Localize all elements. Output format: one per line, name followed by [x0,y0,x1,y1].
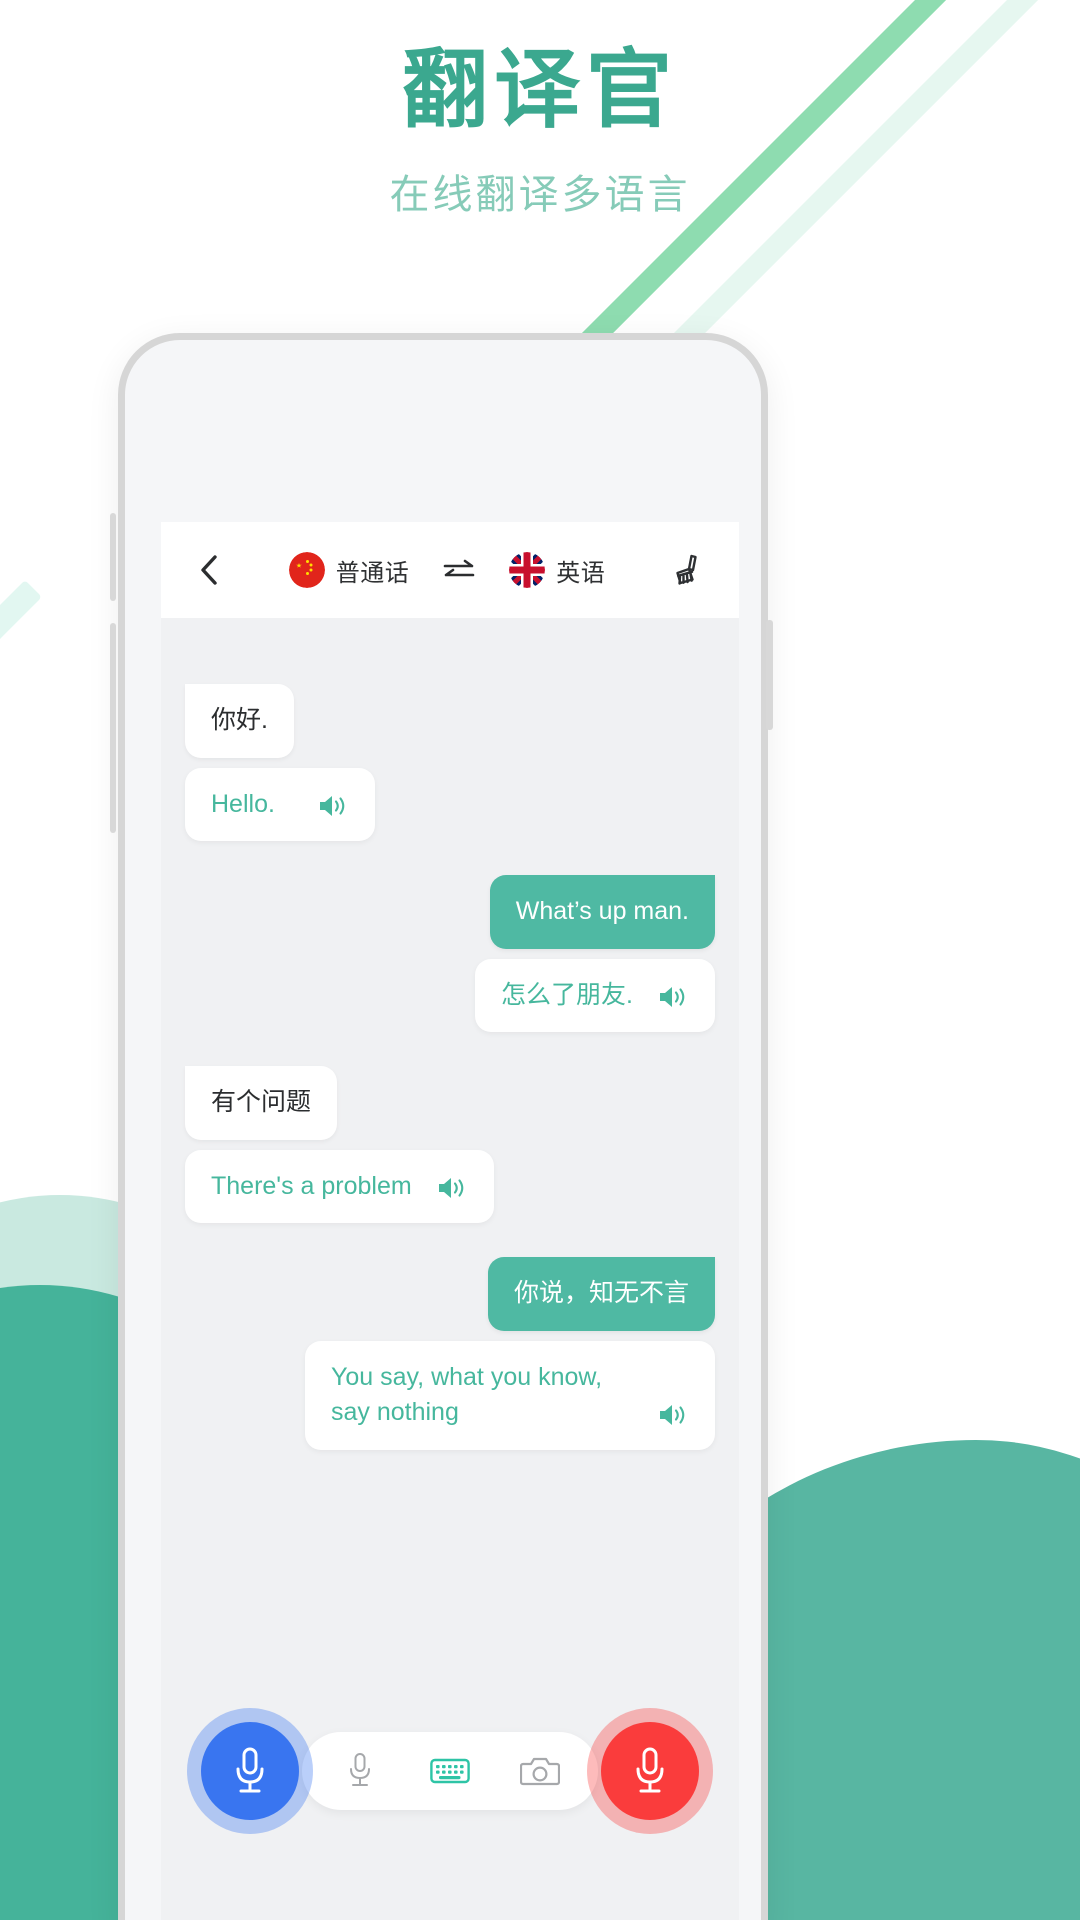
speaker-icon [660,987,685,1007]
translated-text: You say, what you know, say nothing [331,1362,603,1427]
speaker-button[interactable] [436,1174,468,1202]
phone-volume-down-button [110,623,116,833]
microphone-outline-icon [350,1753,370,1786]
translated-text: 怎么了朋友. [501,980,633,1009]
message-group: 你说，知无不言 You say, what you know, say noth… [185,1257,715,1450]
back-button[interactable] [189,548,229,592]
translated-text: Hello. [211,789,275,818]
translated-bubble[interactable]: Hello. [185,767,375,841]
message-group: What’s up man. 怎么了朋友. [185,875,715,1032]
source-language-selector[interactable]: 普通话 [288,552,410,588]
voice-input-button[interactable] [338,1749,382,1793]
bottom-control-bar [161,1696,739,1846]
chat-conversation: 你好. Hello. What’s up man. 怎么了朋友. 有个问题 Th… [161,618,739,1920]
keyboard-input-button[interactable] [428,1749,472,1793]
speaker-button[interactable] [317,792,349,820]
diagonal-stripe-pale-left [0,580,42,1092]
clear-chat-button[interactable] [665,547,711,593]
speaker-button[interactable] [657,983,689,1011]
app-header: 普通话 英语 [161,522,739,618]
source-bubble[interactable]: 有个问题 [185,1066,338,1140]
uk-flag-icon [509,552,546,588]
language-selector-group: 普通话 英语 [229,552,665,588]
phone-power-button [766,620,773,730]
source-language-label: 普通话 [335,559,410,587]
camera-input-button[interactable] [518,1749,562,1793]
phone-screen: 普通话 英语 你好. Hello. What’s up man. 怎么了朋友. … [161,522,739,1920]
speaker-button[interactable] [657,1401,689,1429]
promo-page: 翻译官 在线翻译多语言 普通话 英语 你好. Hello. What’s up … [0,0,1080,1920]
swap-arrows-icon [443,559,475,577]
china-flag-icon [288,552,325,588]
speaker-icon [320,796,345,816]
target-language-label: 英语 [556,559,606,587]
app-subtitle: 在线翻译多语言 [389,173,691,218]
translated-text: There's a problem [211,1171,412,1200]
phone-volume-up-button [110,513,116,601]
microphone-icon [236,1747,264,1793]
right-microphone-button[interactable] [587,1708,713,1834]
phone-mockup: 普通话 英语 你好. Hello. What’s up man. 怎么了朋友. … [118,333,768,1920]
message-group: 有个问题 There's a problem [185,1066,715,1223]
speaker-icon [660,1404,685,1425]
promo-heading-block: 翻译官 在线翻译多语言 [0,42,1080,220]
camera-icon [520,1757,560,1786]
swap-languages-button[interactable] [439,558,479,582]
translated-bubble[interactable]: You say, what you know, say nothing [305,1340,715,1450]
message-group: 你好. Hello. [185,684,715,841]
chevron-left-icon [201,555,217,585]
source-bubble[interactable]: 你好. [185,684,294,758]
app-title: 翻译官 [402,42,678,138]
speaker-icon [438,1178,463,1198]
source-bubble[interactable]: What’s up man. [489,875,715,949]
source-bubble[interactable]: 你说，知无不言 [487,1257,715,1331]
microphone-icon [636,1747,664,1793]
target-language-selector[interactable]: 英语 [509,552,605,588]
broom-icon [676,554,697,585]
translated-bubble[interactable]: There's a problem [185,1149,494,1223]
input-mode-pill [302,1732,598,1810]
left-microphone-button[interactable] [187,1708,313,1834]
keyboard-icon [430,1758,470,1784]
translated-bubble[interactable]: 怎么了朋友. [475,958,715,1032]
